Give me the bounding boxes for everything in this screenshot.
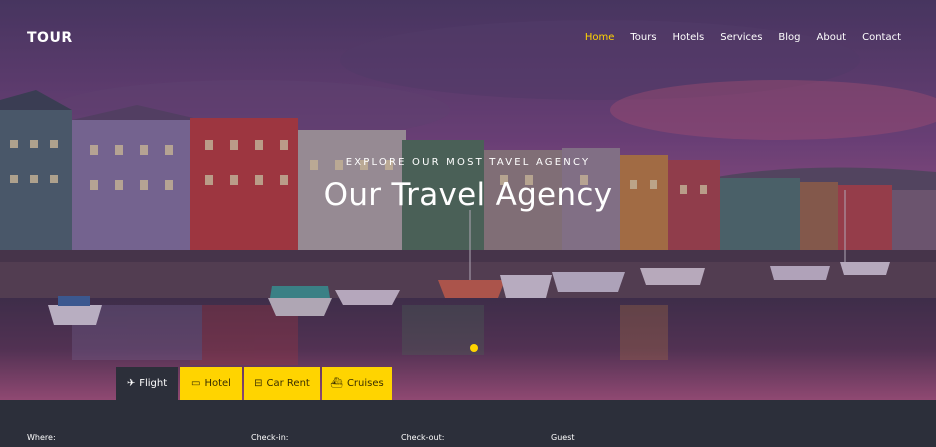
nav-item-services[interactable]: Services xyxy=(720,32,762,43)
tab-hotel-label: Hotel xyxy=(204,378,231,389)
checkin-label: Check-in: xyxy=(251,433,289,442)
checkout-label: Check-out: xyxy=(401,433,445,442)
nav-item-contact[interactable]: Contact xyxy=(862,32,901,43)
search-form-bar xyxy=(0,400,936,447)
tab-cruises[interactable]: ⛴ Cruises xyxy=(322,367,392,400)
search-tabs: ✈ Flight ▭ Hotel ⊟ Car Rent ⛴ Cruises xyxy=(116,367,394,400)
ship-icon: ⛴ xyxy=(330,378,343,389)
tab-car-rent-label: Car Rent xyxy=(266,378,310,389)
airplane-icon: ✈ xyxy=(126,378,136,389)
tab-hotel[interactable]: ▭ Hotel xyxy=(180,367,242,400)
main-nav: Home Tours Hotels Services Blog About Co… xyxy=(569,32,901,43)
where-label: Where: xyxy=(27,433,56,442)
tab-flight-label: Flight xyxy=(139,378,168,389)
car-icon: ⊟ xyxy=(254,378,263,389)
tab-cruises-label: Cruises xyxy=(346,378,384,389)
brand-logo[interactable]: TOUR xyxy=(27,30,73,46)
hero-eyebrow: EXPLORE OUR MOST TAVEL AGENCY xyxy=(345,157,591,168)
hero-banner: TOUR Home Tours Hotels Services Blog Abo… xyxy=(0,0,936,400)
slider-dot[interactable] xyxy=(470,344,478,352)
tab-flight[interactable]: ✈ Flight xyxy=(116,367,178,400)
nav-item-tours[interactable]: Tours xyxy=(630,32,656,43)
tab-car-rent[interactable]: ⊟ Car Rent xyxy=(244,367,320,400)
guest-label: Guest xyxy=(551,433,575,442)
hero-title: Our Travel Agency xyxy=(323,177,613,213)
bed-icon: ▭ xyxy=(191,378,201,389)
nav-item-hotels[interactable]: Hotels xyxy=(673,32,705,43)
nav-item-blog[interactable]: Blog xyxy=(778,32,800,43)
nav-item-about[interactable]: About xyxy=(817,32,847,43)
nav-item-home[interactable]: Home xyxy=(585,32,615,43)
